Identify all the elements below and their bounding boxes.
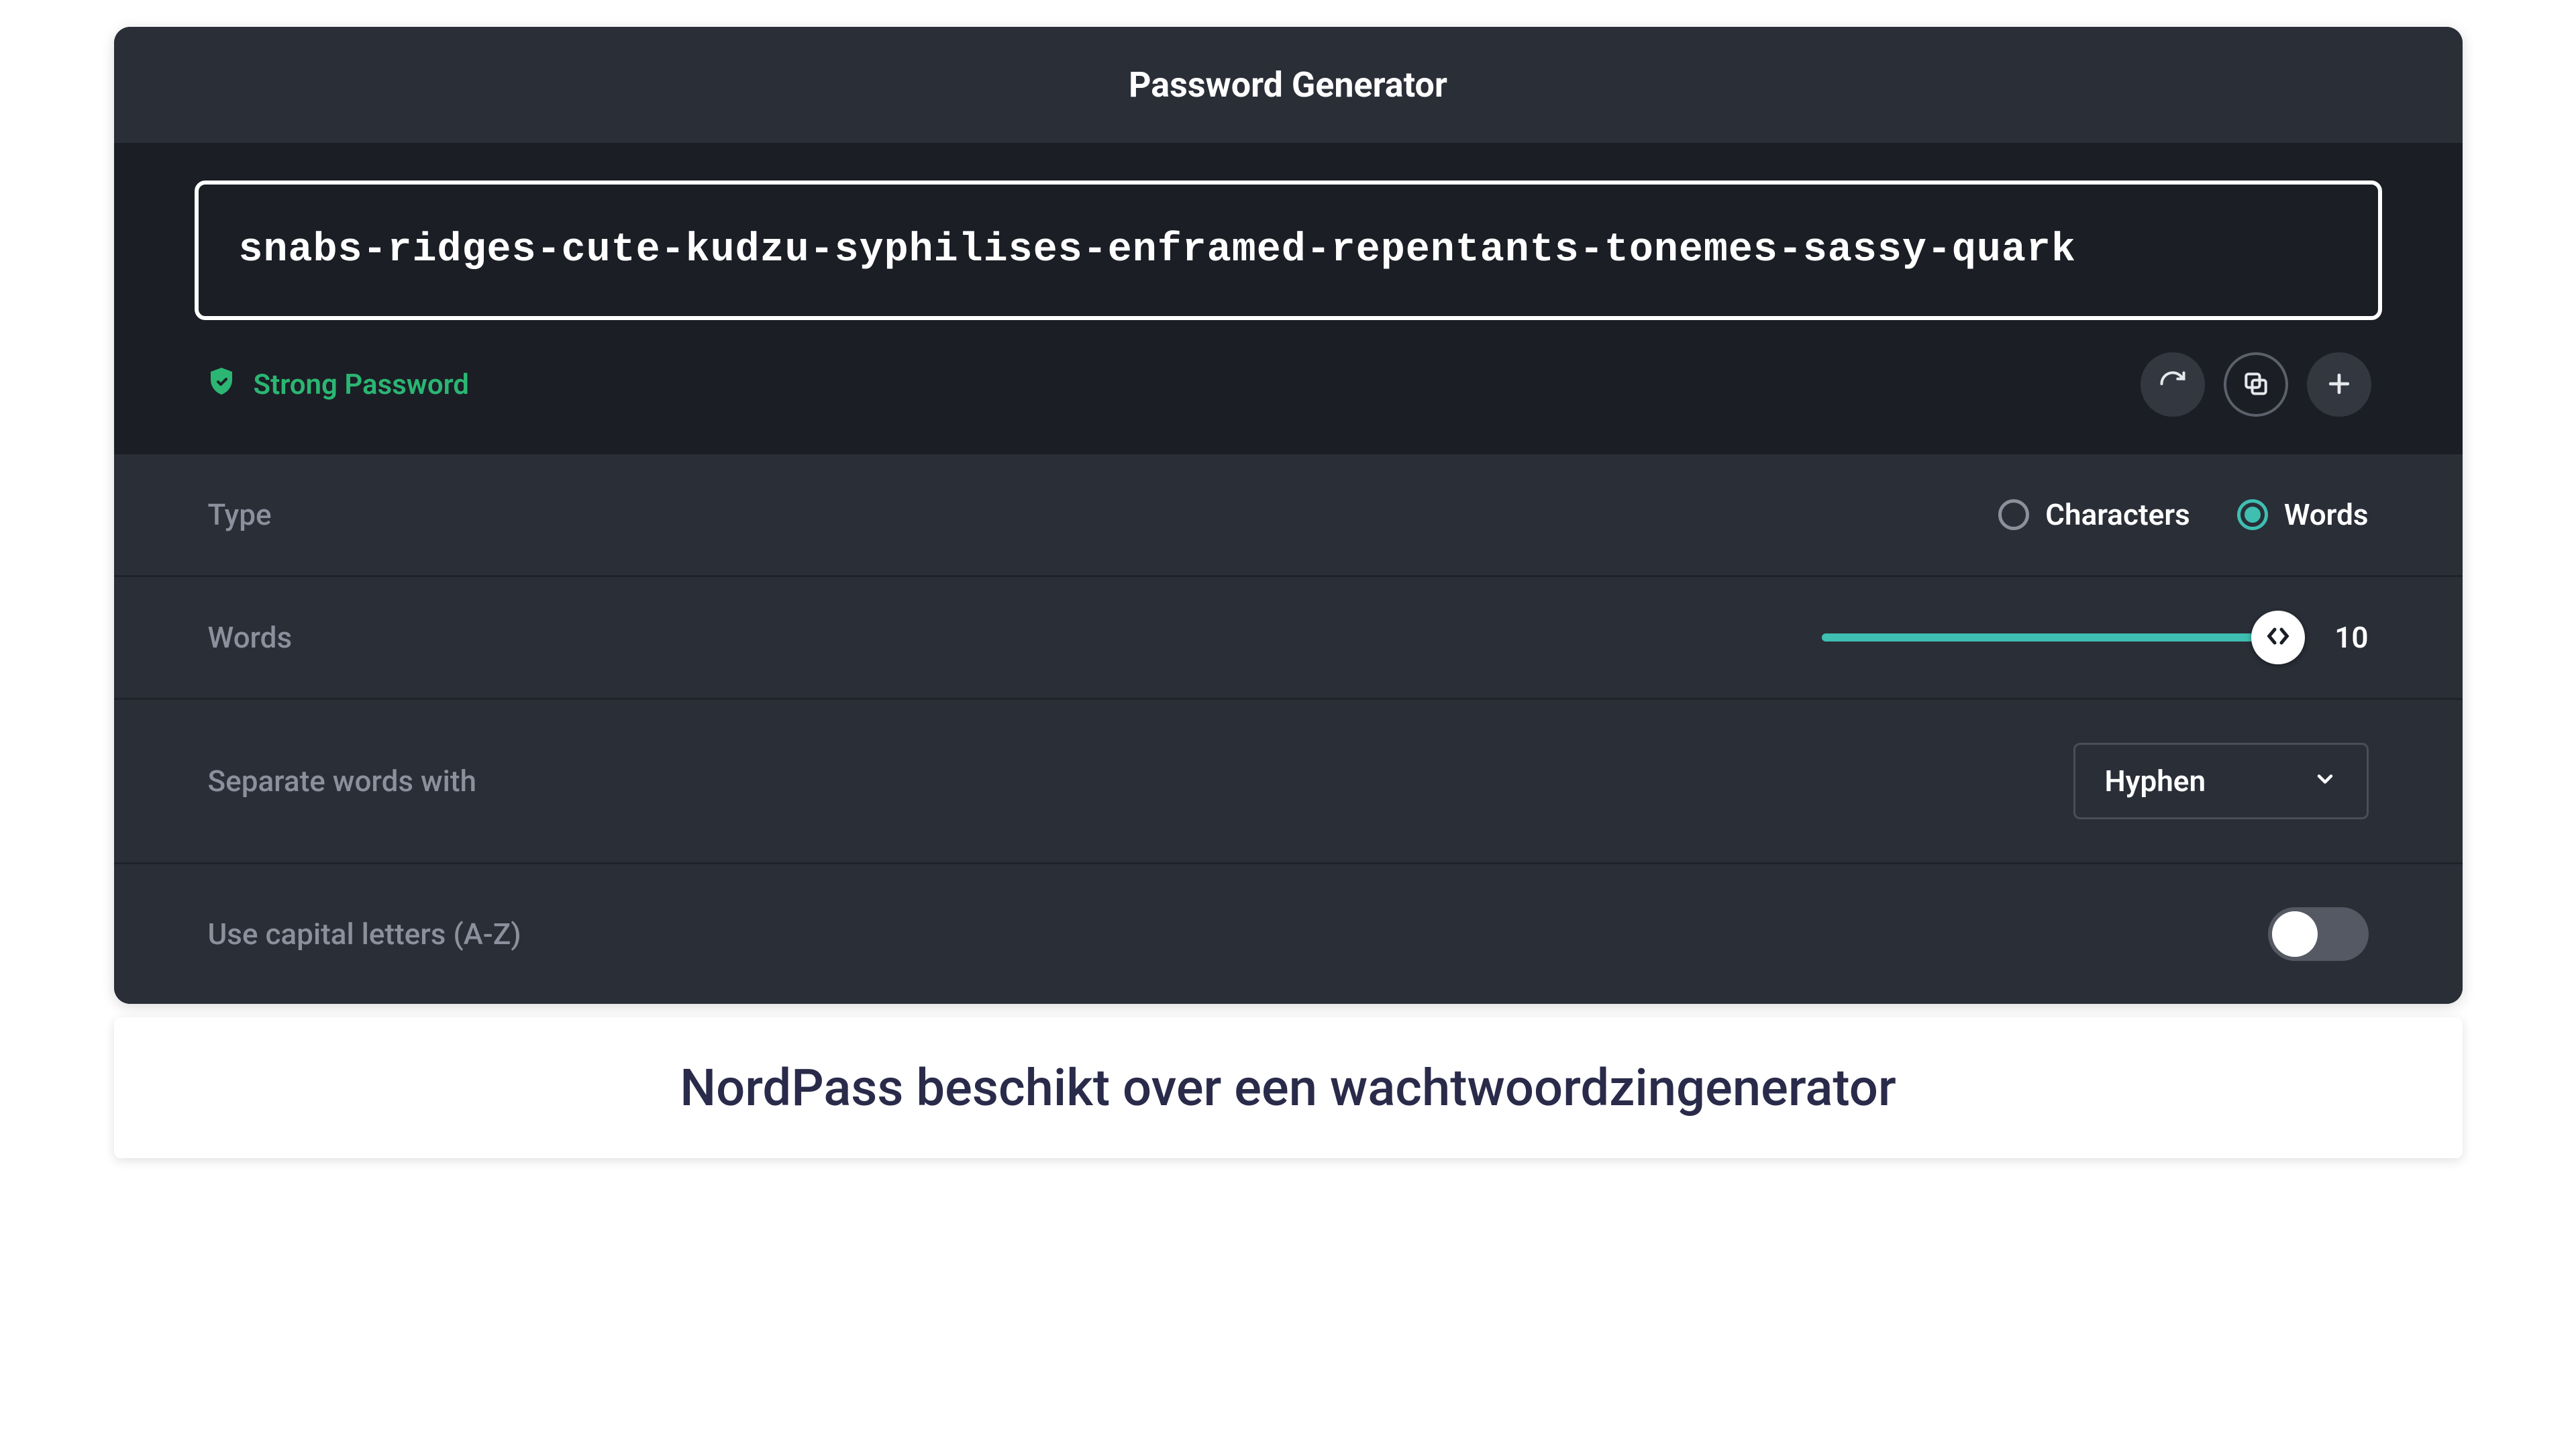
radio-icon-selected	[2237, 499, 2268, 530]
type-label: Type	[208, 497, 272, 532]
action-buttons	[2141, 352, 2371, 417]
setting-words-row: Words 10	[114, 577, 2463, 700]
separator-label: Separate words with	[208, 764, 476, 799]
generated-password-display[interactable]: snabs-ridges-cute-kudzu-syphilises-enfra…	[195, 181, 2382, 320]
password-strength: Strong Password	[205, 365, 469, 405]
settings-section: Type Characters Words Words	[114, 454, 2463, 1004]
words-slider[interactable]	[1822, 633, 2278, 642]
slider-thumb[interactable]	[2251, 611, 2305, 664]
radio-words[interactable]: Words	[2237, 497, 2369, 532]
refresh-icon	[2158, 369, 2187, 401]
separator-select[interactable]: Hyphen	[2073, 743, 2369, 819]
slider-grip-icon	[2265, 623, 2291, 652]
setting-capitals-row: Use capital letters (A-Z)	[114, 864, 2463, 1004]
radio-characters[interactable]: Characters	[1998, 497, 2190, 532]
capitals-label: Use capital letters (A-Z)	[208, 917, 521, 952]
radio-label: Words	[2284, 497, 2369, 532]
setting-type-row: Type Characters Words	[114, 454, 2463, 577]
capitals-toggle[interactable]	[2268, 907, 2369, 961]
plus-icon	[2324, 369, 2354, 401]
strength-label: Strong Password	[254, 368, 469, 401]
panel-title: Password Generator	[114, 27, 2463, 143]
password-meta-row: Strong Password	[195, 320, 2382, 422]
words-slider-group: 10	[1822, 620, 2368, 655]
type-radio-group: Characters Words	[1998, 497, 2368, 532]
refresh-button[interactable]	[2141, 352, 2205, 417]
caption-bar: NordPass beschikt over een wachtwoordzin…	[114, 1017, 2463, 1158]
copy-button[interactable]	[2224, 352, 2288, 417]
shield-check-icon	[205, 365, 238, 405]
add-button[interactable]	[2307, 352, 2371, 417]
radio-icon	[1998, 499, 2029, 530]
password-section: snabs-ridges-cute-kudzu-syphilises-enfra…	[114, 143, 2463, 454]
radio-label: Characters	[2045, 497, 2190, 532]
copy-icon	[2241, 369, 2271, 401]
password-generator-panel: Password Generator snabs-ridges-cute-kud…	[114, 27, 2463, 1004]
setting-separator-row: Separate words with Hyphen	[114, 700, 2463, 864]
toggle-thumb	[2272, 911, 2318, 957]
words-label: Words	[208, 620, 293, 655]
separator-selected: Hyphen	[2105, 764, 2206, 799]
chevron-down-icon	[2313, 764, 2337, 799]
words-value: 10	[2334, 620, 2368, 655]
